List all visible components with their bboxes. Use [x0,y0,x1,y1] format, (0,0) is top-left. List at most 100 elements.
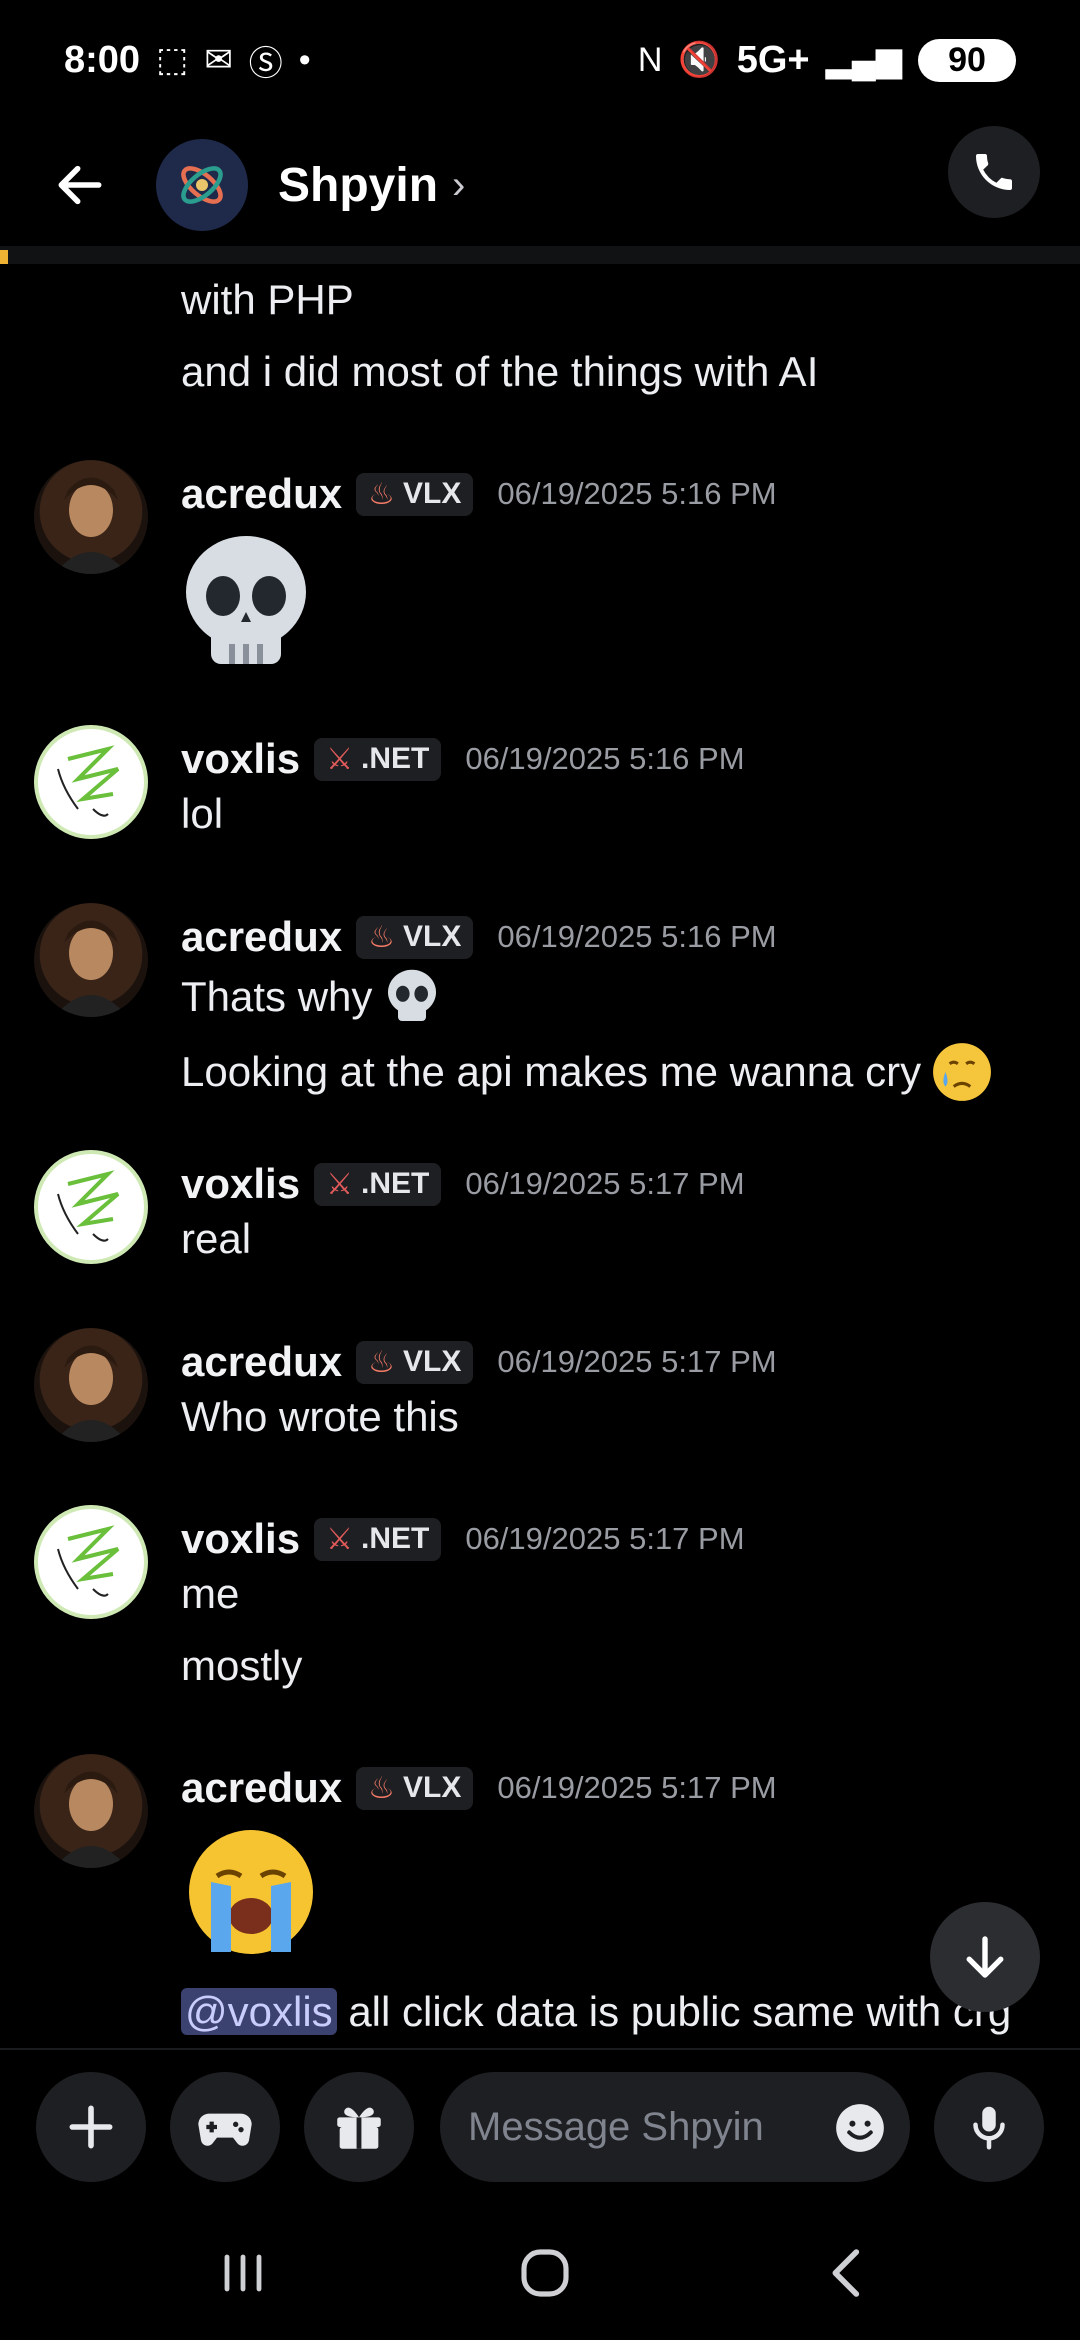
author-name[interactable]: voxlis [181,1160,300,1208]
call-button[interactable] [948,126,1040,218]
author-name[interactable]: acredux [181,913,342,961]
scribble-icon [57,1525,120,1597]
message-input-wrapper[interactable] [440,2072,910,2182]
portrait-icon [54,1771,128,1868]
server-tag[interactable]: ⚔ .NET [314,1162,442,1206]
nfc-icon: N [637,40,663,79]
author-name[interactable]: acredux [181,1764,342,1812]
avatar[interactable] [34,903,148,1017]
message-list[interactable]: with PHP and i did most of the things wi… [0,264,1080,2044]
server-tag[interactable]: ♨ VLX [356,1340,474,1384]
message-text: mostly [181,1642,303,1689]
chat-title[interactable]: Shpyin [278,158,438,213]
message-text: Looking at the api makes me wanna cry [181,1048,922,1095]
tag-label: .NET [360,1167,430,1200]
emoji-icon[interactable] [834,2102,886,2154]
avatar[interactable] [34,1505,148,1619]
tag-label: VLX [403,1345,462,1378]
battery-level: 90 [948,40,986,79]
header-divider [0,246,1080,264]
skull-emoji [181,534,311,679]
tag-label: .NET [360,1522,430,1555]
server-tag[interactable]: ♨ VLX [356,1766,474,1810]
message-text: lol [181,790,224,837]
signal-icon: ▂▄▆ [825,41,902,79]
battery-badge: 90 [918,38,1016,82]
flame-icon: ♨ [368,1345,395,1379]
recent-apps-icon [224,2254,262,2292]
timestamp: 06/19/2025 5:16 PM [497,476,777,511]
scribble-icon [57,1170,120,1242]
message-text: all click data is public same with crg [336,1988,1012,2035]
tag-label: .NET [360,742,430,775]
network-label: 5G+ [736,38,810,81]
jump-to-bottom-button[interactable] [930,1902,1040,2012]
avatar[interactable] [34,725,148,839]
chevron-right-icon[interactable]: › [452,163,465,208]
message-text: and i did most of the things with AI [181,348,819,395]
skull-icon [186,536,306,664]
author-name[interactable]: acredux [181,470,342,518]
microphone-icon [973,2106,1005,2150]
avatar[interactable] [34,460,148,574]
flame-icon: ♨ [368,477,395,511]
message-text: Thats why [181,973,373,1020]
phone-icon [976,154,1012,190]
plus-icon [69,2105,113,2149]
tag-label: VLX [403,920,462,953]
sword-icon: ⚔ [326,1522,353,1556]
dot-icon: • [298,40,311,79]
voice-message-button[interactable] [934,2072,1044,2182]
server-tag[interactable]: ⚔ .NET [314,1517,442,1561]
loudly-crying-face-icon [189,1830,313,1954]
skull-icon [388,969,437,1021]
gift-button[interactable] [304,2072,414,2182]
sword-icon: ⚔ [326,1167,353,1201]
timestamp: 06/19/2025 5:17 PM [465,1166,745,1201]
arrow-down-icon [966,1936,1004,1978]
activities-button[interactable] [170,2072,280,2182]
nav-back-button[interactable] [787,2228,907,2318]
portrait-icon [54,1345,128,1442]
avatar[interactable] [34,1150,148,1264]
author-name[interactable]: voxlis [181,735,300,783]
timestamp: 06/19/2025 5:17 PM [497,1770,777,1805]
unread-marker [0,250,8,264]
author-name[interactable]: acredux [181,1338,342,1386]
server-tag[interactable]: ♨ VLX [356,472,474,516]
user-mention[interactable]: @voxlis [181,1988,337,2035]
gamepad-icon [198,2113,252,2146]
timestamp: 06/19/2025 5:16 PM [497,919,777,954]
server-tag[interactable]: ♨ VLX [356,915,474,959]
crying-face-icon [933,1043,992,1101]
recent-apps-button[interactable] [183,2228,303,2318]
chat-header: Shpyin › [0,120,1080,250]
message-input[interactable] [466,2103,810,2151]
message-text: with PHP [181,276,354,323]
back-button[interactable] [40,145,120,225]
status-time: 8:00 [64,38,141,81]
flame-icon: ♨ [368,1771,395,1805]
tag-label: VLX [403,1771,462,1804]
server-tag[interactable]: ⚔ .NET [314,737,442,781]
screenshot-icon: ⬚ [156,41,189,79]
status-bar: 8:00 ⬚ ✉ Ⓢ • N 🔇 5G+ ▂▄▆ 90 [0,0,1080,120]
portrait-icon [54,920,128,1017]
home-button[interactable] [485,2228,605,2318]
mute-icon: 🔇 [678,41,721,79]
system-navigation-bar [0,2208,1080,2340]
arrow-left-icon [58,165,102,205]
portrait-icon [54,477,128,574]
timestamp: 06/19/2025 5:16 PM [465,741,745,776]
avatar[interactable] [34,1328,148,1442]
author-name[interactable]: voxlis [181,1515,300,1563]
group-logo-icon [181,166,223,204]
group-avatar[interactable] [156,139,248,231]
loudly-crying-emoji [181,1826,321,1971]
avatar[interactable] [34,1754,148,1868]
sword-icon: ⚔ [326,742,353,776]
home-icon [521,2249,569,2297]
timestamp: 06/19/2025 5:17 PM [465,1521,745,1556]
mail-icon: ✉ [204,41,233,79]
add-attachment-button[interactable] [36,2072,146,2182]
